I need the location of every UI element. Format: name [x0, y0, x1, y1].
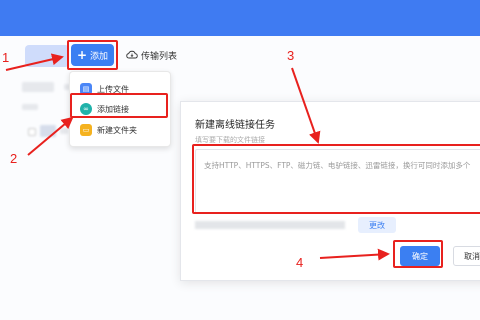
menu-item-label: 上传文件	[97, 84, 129, 94]
add-button[interactable]: + 添加	[71, 44, 114, 66]
step-number-4: 4	[296, 255, 304, 270]
row-checkbox[interactable]	[28, 128, 36, 136]
menu-item-upload-file[interactable]: ▤ 上传文件	[80, 79, 129, 99]
transfer-list-label: 传输列表	[141, 51, 178, 62]
blurred-file-thumb	[40, 125, 56, 137]
transfer-list-button[interactable]: 传输列表	[126, 45, 184, 65]
blurred-row-text	[22, 104, 38, 110]
plus-icon: +	[76, 48, 88, 62]
step-number-3: 3	[287, 48, 295, 63]
offline-link-dialog: 新建离线链接任务 填写要下载的文件链接 支持HTTP、HTTPS、FTP、磁力链…	[180, 101, 480, 281]
menu-item-add-link[interactable]: ∞ 添加链接	[80, 99, 129, 119]
blurred-save-path	[195, 221, 345, 229]
step-number-2: 2	[10, 151, 18, 166]
menu-item-label: 添加链接	[97, 104, 129, 114]
top-header-bar	[0, 0, 480, 36]
menu-item-label: 新建文件夹	[97, 125, 137, 135]
blurred-file-name	[60, 128, 68, 134]
blurred-breadcrumb	[22, 82, 54, 92]
menu-item-new-folder[interactable]: ▭ 新建文件夹	[80, 120, 137, 140]
confirm-button[interactable]: 确定	[400, 246, 440, 266]
link-icon: ∞	[80, 103, 92, 115]
page: + 添加 传输列表 ▤ 上传文件 ∞ 添加链接 ▭ 新建文件夹 新建离线链接任务…	[0, 0, 480, 320]
step-number-1: 1	[2, 50, 10, 65]
link-input-placeholder: 支持HTTP、HTTPS、FTP、磁力链、电驴链接、迅雷链接，换行可同时添加多个	[204, 161, 471, 170]
add-button-label: 添加	[90, 51, 109, 62]
change-path-button[interactable]: 更改	[358, 217, 396, 233]
dialog-hint: 填写要下载的文件链接	[195, 136, 265, 144]
link-input-area[interactable]: 支持HTTP、HTTPS、FTP、磁力链、电驴链接、迅雷链接，换行可同时添加多个	[195, 149, 480, 214]
upload-button[interactable]	[25, 45, 69, 67]
dialog-title: 新建离线链接任务	[195, 120, 275, 131]
cloud-transfer-icon	[126, 50, 138, 59]
folder-icon: ▭	[80, 124, 92, 136]
document-icon: ▤	[80, 83, 92, 95]
add-dropdown-menu: ▤ 上传文件 ∞ 添加链接 ▭ 新建文件夹	[69, 71, 171, 147]
cancel-button[interactable]: 取消	[453, 246, 480, 266]
